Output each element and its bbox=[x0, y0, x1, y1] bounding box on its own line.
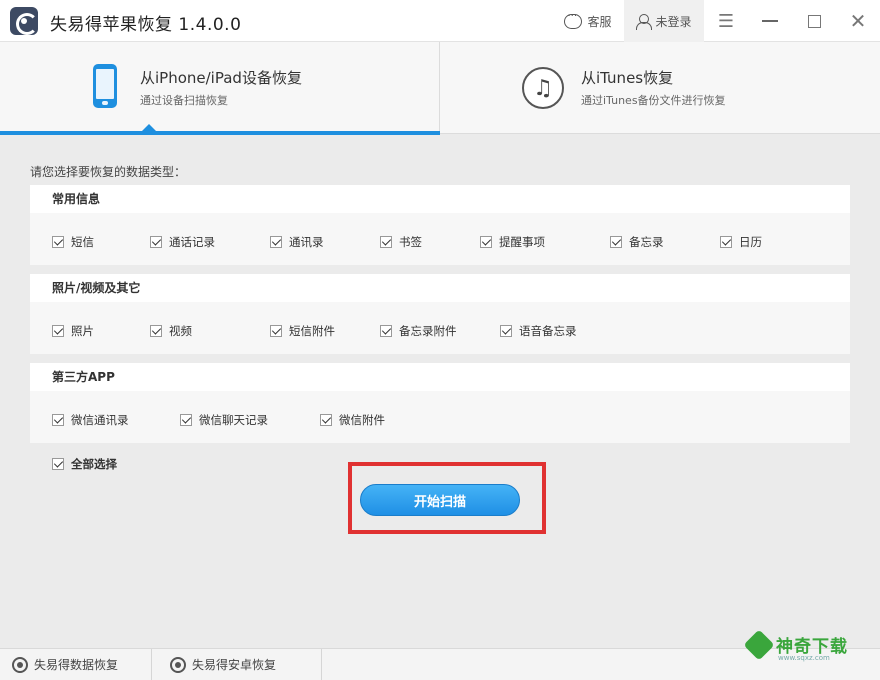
menu-icon: ☰ bbox=[717, 10, 735, 32]
option-label: 短信附件 bbox=[289, 324, 335, 338]
watermark-url: www.sqxz.com bbox=[778, 654, 830, 662]
chat-icon bbox=[564, 11, 583, 29]
option-videos[interactable]: 视频 bbox=[150, 323, 192, 339]
app-logo-icon bbox=[10, 7, 38, 35]
customer-service-button[interactable]: 客服 bbox=[556, 0, 620, 42]
maximize-button[interactable] bbox=[794, 0, 834, 42]
option-label: 照片 bbox=[71, 324, 94, 338]
option-sms[interactable]: 短信 bbox=[52, 234, 94, 250]
checkbox-checked[interactable] bbox=[480, 236, 492, 248]
option-label: 微信附件 bbox=[339, 413, 385, 427]
login-label: 未登录 bbox=[655, 14, 692, 29]
option-photos[interactable]: 照片 bbox=[52, 323, 94, 339]
minimize-icon bbox=[762, 20, 778, 22]
data-recovery-logo-icon bbox=[12, 656, 28, 673]
title-bar: 失易得苹果恢复 1.4.0.0 客服 未登录 ☰ ✕ bbox=[0, 0, 880, 42]
tab-itunes-subtitle: 通过iTunes备份文件进行恢复 bbox=[581, 94, 726, 107]
group-title: 照片/视频及其它 bbox=[30, 274, 850, 302]
option-notes-attachments[interactable]: 备忘录附件 bbox=[380, 323, 457, 339]
link-android-recovery-label: 失易得安卓恢复 bbox=[192, 658, 277, 672]
option-label: 微信通讯录 bbox=[71, 413, 129, 427]
option-call-log[interactable]: 通话记录 bbox=[150, 234, 215, 250]
itunes-icon: ♫ bbox=[522, 67, 564, 109]
checkbox-checked[interactable] bbox=[180, 414, 192, 426]
checkbox-checked[interactable] bbox=[380, 325, 392, 337]
link-data-recovery-label: 失易得数据恢复 bbox=[34, 658, 119, 672]
maximize-icon bbox=[807, 14, 821, 28]
link-data-recovery[interactable]: 失易得数据恢复 bbox=[0, 649, 152, 680]
close-button[interactable]: ✕ bbox=[838, 0, 878, 42]
phone-icon bbox=[93, 64, 117, 108]
minimize-button[interactable] bbox=[750, 0, 790, 42]
option-label: 书签 bbox=[399, 235, 422, 249]
checkbox-checked[interactable] bbox=[380, 236, 392, 248]
android-recovery-logo-icon bbox=[170, 656, 186, 673]
checkbox-checked[interactable] bbox=[150, 325, 162, 337]
main-panel: 请您选择要恢复的数据类型： 常用信息 短信 通话记录 通讯录 书签 提醒事项 备… bbox=[0, 135, 880, 648]
customer-service-label: 客服 bbox=[587, 14, 612, 29]
option-label: 提醒事项 bbox=[499, 235, 545, 249]
checkbox-checked[interactable] bbox=[720, 236, 732, 248]
option-label: 备忘录 bbox=[629, 235, 664, 249]
option-calendar[interactable]: 日历 bbox=[720, 234, 762, 250]
group-title: 第三方APP bbox=[30, 363, 850, 391]
group-third-party-apps: 第三方APP 微信通讯录 微信聊天记录 微信附件 bbox=[30, 363, 850, 443]
option-wechat-contacts[interactable]: 微信通讯录 bbox=[52, 412, 129, 428]
option-reminders[interactable]: 提醒事项 bbox=[480, 234, 545, 250]
option-label: 日历 bbox=[739, 235, 762, 249]
option-label: 通讯录 bbox=[289, 235, 324, 249]
option-sms-attachments[interactable]: 短信附件 bbox=[270, 323, 335, 339]
checkbox-checked[interactable] bbox=[150, 236, 162, 248]
data-type-prompt: 请您选择要恢复的数据类型： bbox=[30, 165, 187, 179]
checkbox-checked[interactable] bbox=[52, 236, 64, 248]
active-tab-caret bbox=[142, 124, 156, 131]
option-notes[interactable]: 备忘录 bbox=[610, 234, 664, 250]
option-label: 短信 bbox=[71, 235, 94, 249]
close-icon: ✕ bbox=[849, 9, 867, 33]
checkbox-checked[interactable] bbox=[610, 236, 622, 248]
checkbox-checked[interactable] bbox=[270, 236, 282, 248]
checkbox-checked[interactable] bbox=[52, 458, 64, 470]
option-voice-memos[interactable]: 语音备忘录 bbox=[500, 323, 577, 339]
user-icon bbox=[636, 13, 653, 30]
tab-itunes-title: 从iTunes恢复 bbox=[581, 69, 674, 87]
app-title: 失易得苹果恢复 1.4.0.0 bbox=[50, 15, 242, 35]
option-label: 通话记录 bbox=[169, 235, 215, 249]
tab-device-title: 从iPhone/iPad设备恢复 bbox=[140, 69, 302, 87]
option-wechat-chats[interactable]: 微信聊天记录 bbox=[180, 412, 268, 428]
mode-tabs: 从iPhone/iPad设备恢复 通过设备扫描恢复 ♫ 从iTunes恢复 通过… bbox=[0, 42, 880, 135]
option-contacts[interactable]: 通讯录 bbox=[270, 234, 324, 250]
option-label: 语音备忘录 bbox=[519, 324, 577, 338]
option-label: 视频 bbox=[169, 324, 192, 338]
checkbox-checked[interactable] bbox=[52, 414, 64, 426]
tab-itunes-recovery[interactable]: ♫ 从iTunes恢复 通过iTunes备份文件进行恢复 bbox=[441, 42, 880, 134]
tab-device-subtitle: 通过设备扫描恢复 bbox=[140, 94, 228, 107]
option-wechat-attachments[interactable]: 微信附件 bbox=[320, 412, 385, 428]
option-label: 微信聊天记录 bbox=[199, 413, 268, 427]
group-common-info: 常用信息 短信 通话记录 通讯录 书签 提醒事项 备忘录 日历 bbox=[30, 185, 850, 265]
checkbox-checked[interactable] bbox=[500, 325, 512, 337]
login-button[interactable]: 未登录 bbox=[624, 0, 704, 42]
checkbox-checked[interactable] bbox=[52, 325, 64, 337]
group-photos-videos: 照片/视频及其它 照片 视频 短信附件 备忘录附件 语音备忘录 bbox=[30, 274, 850, 354]
tab-device-recovery[interactable]: 从iPhone/iPad设备恢复 通过设备扫描恢复 bbox=[0, 42, 440, 135]
select-all-label: 全部选择 bbox=[71, 457, 117, 471]
watermark-logo-icon bbox=[743, 628, 775, 661]
link-android-recovery[interactable]: 失易得安卓恢复 bbox=[152, 649, 322, 680]
option-label: 备忘录附件 bbox=[399, 324, 457, 338]
select-all-option[interactable]: 全部选择 bbox=[52, 456, 117, 472]
menu-button[interactable]: ☰ bbox=[706, 0, 746, 42]
watermark: 神奇下载 www.sqxz.com bbox=[743, 628, 848, 662]
start-scan-button[interactable]: 开始扫描 bbox=[360, 484, 520, 516]
checkbox-checked[interactable] bbox=[270, 325, 282, 337]
option-bookmarks[interactable]: 书签 bbox=[380, 234, 422, 250]
checkbox-checked[interactable] bbox=[320, 414, 332, 426]
group-title: 常用信息 bbox=[30, 185, 850, 213]
